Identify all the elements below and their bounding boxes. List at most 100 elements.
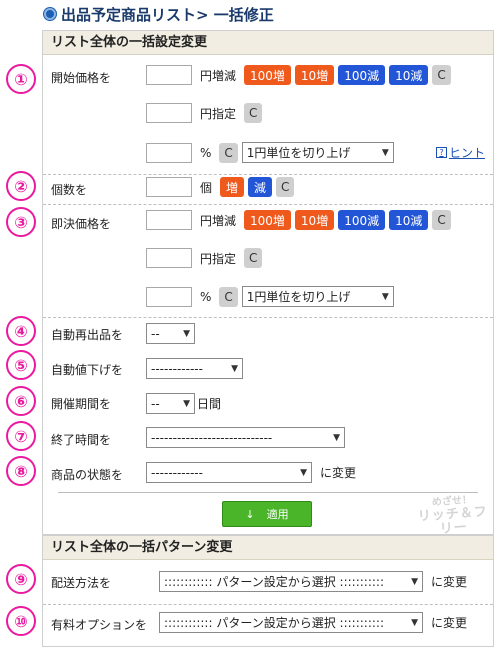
- shipping-select[interactable]: :::::::::::: パターン設定から選択 ::::::::::: ▼: [159, 571, 423, 592]
- start-price-set-unit: 円指定: [200, 106, 237, 121]
- marker-4: ④: [6, 316, 36, 346]
- auto-price-down-label: 自動値下げを: [51, 363, 124, 377]
- start-price-percent-input[interactable]: [146, 142, 192, 163]
- buyout-price-percent-clear-button[interactable]: C: [219, 286, 238, 307]
- start-price-minus10-button[interactable]: 10減: [389, 65, 429, 85]
- buyout-price-set-clear-button[interactable]: C: [244, 248, 263, 268]
- marker-1: ①: [6, 64, 36, 94]
- chevron-down-icon: ▼: [183, 328, 190, 339]
- buyout-price-plus10-button[interactable]: 10増: [294, 210, 335, 230]
- bulk-pattern-heading: リスト全体の一括パターン変更: [43, 536, 493, 560]
- marker-10: ⑩: [6, 606, 36, 636]
- start-price-set-clear-button[interactable]: C: [244, 103, 263, 123]
- marker-6: ⑥: [6, 386, 36, 416]
- end-time-select[interactable]: ---------------------------- ▼: [146, 427, 345, 448]
- condition-suffix: に変更: [320, 466, 357, 480]
- duration-row: -- ▼ 日間: [146, 393, 221, 414]
- condition-row: ------------ ▼ に変更: [146, 462, 356, 483]
- shipping-label: 配送方法を: [51, 576, 112, 590]
- arrow-down-icon: ↓: [245, 507, 255, 521]
- marker-8: ⑧: [6, 456, 36, 486]
- start-price-set-input[interactable]: [146, 103, 192, 123]
- quantity-input[interactable]: [146, 177, 192, 197]
- apply-label: 適用: [266, 508, 289, 521]
- buyout-price-change-input[interactable]: [146, 210, 192, 230]
- buyout-price-percent-unit: %: [200, 289, 212, 304]
- buyout-price-rounding-select[interactable]: 1円単位を切り上げ ▼: [241, 286, 394, 307]
- quantity-dec-button[interactable]: 減: [248, 177, 273, 197]
- chevron-down-icon: ▼: [381, 147, 389, 158]
- start-price-change-input[interactable]: [146, 65, 192, 85]
- chevron-down-icon: ▼: [183, 398, 190, 409]
- quantity-unit: 個: [200, 180, 213, 195]
- buyout-price-change-clear-button[interactable]: C: [432, 210, 451, 230]
- start-price-change-clear-button[interactable]: C: [432, 65, 451, 85]
- buyout-price-percent-input[interactable]: [146, 286, 192, 307]
- title-bullet-icon: [44, 8, 56, 20]
- hint-link[interactable]: ? ヒント: [435, 144, 485, 161]
- paid-options-value: :::::::::::: パターン設定から選択 :::::::::::: [164, 616, 385, 630]
- auto-relist-row: -- ▼: [146, 323, 195, 344]
- buyout-price-set-input[interactable]: [146, 248, 192, 268]
- page-title-text: 出品予定商品リスト> 一括修正: [61, 5, 274, 24]
- paid-options-select[interactable]: :::::::::::: パターン設定から選択 ::::::::::: ▼: [159, 612, 423, 633]
- end-time-row: ---------------------------- ▼: [146, 427, 345, 448]
- marker-3: ③: [6, 207, 36, 237]
- end-time-label: 終了時間を: [51, 433, 112, 447]
- paid-options-suffix: に変更: [431, 616, 468, 630]
- paid-options-row: :::::::::::: パターン設定から選択 ::::::::::: ▼ に変…: [159, 612, 467, 633]
- quantity-inc-button[interactable]: 増: [220, 177, 245, 197]
- hint-icon: ?: [435, 147, 447, 158]
- bulk-settings-panel: リスト全体の一括設定変更 開始価格を 円増減 100増 10増 100減 10減…: [42, 30, 494, 535]
- hint-label: ヒント: [448, 146, 485, 160]
- shipping-row: :::::::::::: パターン設定から選択 ::::::::::: ▼ に変…: [159, 571, 467, 592]
- chevron-down-icon: ▼: [381, 291, 389, 302]
- buyout-price-set-row: 円指定 C: [146, 248, 263, 268]
- apply-button[interactable]: ↓ 適用: [222, 501, 312, 527]
- auto-price-down-value: ------------: [151, 361, 203, 376]
- shipping-suffix: に変更: [431, 575, 468, 589]
- start-price-percent-unit: %: [200, 145, 212, 160]
- buyout-price-set-unit: 円指定: [200, 251, 237, 266]
- auto-relist-value: --: [151, 326, 160, 341]
- page-title: 出品予定商品リスト> 一括修正: [44, 4, 274, 24]
- start-price-set-row: 円指定 C: [146, 103, 263, 123]
- auto-relist-select[interactable]: -- ▼: [146, 323, 195, 344]
- separator: [43, 174, 493, 175]
- watermark: めざせ！ リッチ＆フリー: [411, 493, 496, 540]
- duration-select[interactable]: -- ▼: [146, 393, 195, 414]
- auto-price-down-select[interactable]: ------------ ▼: [146, 358, 243, 379]
- start-price-plus10-button[interactable]: 10増: [294, 65, 335, 85]
- start-price-rounding-select[interactable]: 1円単位を切り上げ ▼: [241, 142, 394, 163]
- buyout-price-change-unit: 円増減: [200, 213, 237, 228]
- buyout-price-change-row: 円増減 100増 10増 100減 10減 C: [146, 210, 451, 230]
- auto-relist-label: 自動再出品を: [51, 328, 124, 342]
- separator: [43, 204, 493, 205]
- separator: [43, 317, 493, 318]
- start-price-minus100-button[interactable]: 100減: [338, 65, 386, 85]
- duration-suffix: 日間: [197, 397, 222, 411]
- auto-price-down-row: ------------ ▼: [146, 358, 243, 379]
- separator: [43, 604, 493, 605]
- buyout-price-percent-row: % C 1円単位を切り上げ ▼: [146, 286, 394, 307]
- start-price-change-unit: 円増減: [200, 68, 237, 83]
- start-price-label: 開始価格を: [51, 71, 112, 85]
- quantity-clear-button[interactable]: C: [276, 177, 295, 197]
- start-price-percent-clear-button[interactable]: C: [219, 142, 238, 163]
- quantity-row: 個 増 減 C: [146, 177, 295, 197]
- apply-divider: [58, 492, 478, 493]
- duration-label: 開催期間を: [51, 397, 112, 411]
- buyout-price-minus100-button[interactable]: 100減: [338, 210, 386, 230]
- buyout-price-label: 即決価格を: [51, 217, 112, 231]
- condition-select[interactable]: ------------ ▼: [146, 462, 312, 483]
- start-price-change-row: 円増減 100増 10増 100減 10減 C: [146, 65, 451, 85]
- quantity-label: 個数を: [51, 183, 88, 197]
- buyout-price-minus10-button[interactable]: 10減: [389, 210, 429, 230]
- chevron-down-icon: ▼: [333, 432, 340, 443]
- condition-label: 商品の状態を: [51, 468, 124, 482]
- marker-7: ⑦: [6, 421, 36, 451]
- chevron-down-icon: ▼: [411, 617, 418, 628]
- end-time-value: ----------------------------: [151, 430, 273, 445]
- start-price-plus100-button[interactable]: 100増: [244, 65, 291, 85]
- buyout-price-plus100-button[interactable]: 100増: [244, 210, 291, 230]
